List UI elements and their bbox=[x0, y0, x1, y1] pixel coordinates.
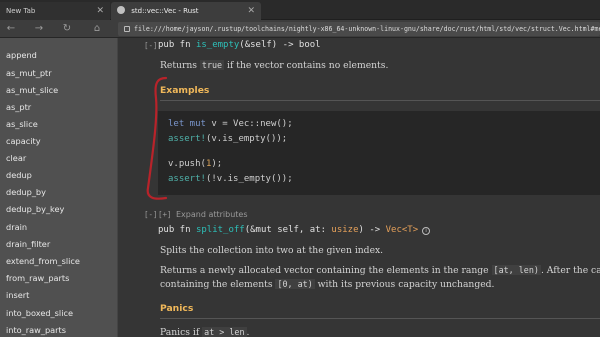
inline-code: at > len bbox=[202, 327, 247, 337]
sig-keyword: pub fn bbox=[158, 40, 196, 50]
method-name-link[interactable]: is_empty bbox=[196, 40, 239, 50]
desc-text: . After the call, the or bbox=[540, 265, 600, 276]
method-description: Returns true if the vector contains no e… bbox=[160, 60, 388, 71]
type-link[interactable]: Vec<T> bbox=[386, 225, 419, 235]
code-example: let mut v = Vec::new(); assert!(v.is_emp… bbox=[158, 111, 600, 195]
code-macro: assert! bbox=[168, 174, 206, 184]
sig-params: (&mut self, at: bbox=[244, 225, 332, 235]
code-text: v.push( bbox=[168, 159, 206, 169]
inline-code: [at, len) bbox=[491, 265, 541, 275]
sidebar-item-capacity[interactable]: capacity bbox=[6, 136, 41, 146]
inline-code: true bbox=[199, 60, 225, 70]
sidebar-item-append[interactable]: append bbox=[6, 50, 37, 60]
desc-text: Returns a newly allocated vector contain… bbox=[160, 265, 492, 276]
desc-text: Returns bbox=[160, 60, 200, 71]
method-description: containing the elements [0, at) with its… bbox=[160, 279, 494, 290]
tab-label: New Tab bbox=[6, 7, 36, 15]
code-line-1: let mut v = Vec::new(); bbox=[168, 119, 293, 129]
doc-content: [-] pub fn is_empty(&self) -> bool Retur… bbox=[118, 38, 600, 337]
inline-code: [0, at) bbox=[275, 279, 315, 289]
navigation-bar: ← → ↻ ⌂ file:///home/jayson/.rustup/tool… bbox=[0, 20, 600, 38]
address-bar[interactable]: file:///home/jayson/.rustup/toolchains/n… bbox=[118, 22, 600, 36]
tab-rust-docs[interactable]: std::vec::Vec - Rust ✕ bbox=[111, 2, 261, 20]
close-icon[interactable]: ✕ bbox=[247, 2, 255, 20]
code-text: ); bbox=[211, 159, 223, 169]
desc-text: Panics if bbox=[160, 327, 203, 337]
code-text: (!v.is_empty()); bbox=[205, 174, 293, 184]
file-icon bbox=[124, 26, 130, 32]
sidebar: append as_mut_ptr as_mut_slice as_ptr as… bbox=[0, 38, 118, 337]
sig-arrow: ) -> bbox=[358, 225, 386, 235]
panics-heading: Panics bbox=[160, 303, 194, 314]
heading-divider bbox=[160, 318, 600, 319]
forward-arrow-icon[interactable]: → bbox=[32, 22, 46, 36]
type-link[interactable]: usize bbox=[331, 225, 358, 235]
method-description: Splits the collection into two at the gi… bbox=[160, 245, 384, 256]
desc-text: . bbox=[246, 327, 250, 337]
sidebar-item-clear[interactable]: clear bbox=[6, 153, 26, 163]
home-icon[interactable]: ⌂ bbox=[90, 22, 104, 36]
sig-params: (&self) -> bbox=[239, 40, 299, 50]
code-keyword: let mut bbox=[168, 119, 206, 129]
code-text: v = Vec::new(); bbox=[205, 119, 293, 129]
code-line-3: v.push(1); bbox=[168, 159, 222, 169]
method-description: Returns a newly allocated vector contain… bbox=[160, 265, 600, 276]
url-text: file:///home/jayson/.rustup/toolchains/n… bbox=[134, 25, 600, 33]
sidebar-item-extend-from-slice[interactable]: extend_from_slice bbox=[6, 256, 80, 266]
sidebar-item-insert[interactable]: insert bbox=[6, 290, 29, 300]
sidebar-item-dedup[interactable]: dedup bbox=[6, 170, 32, 180]
info-icon[interactable]: i bbox=[422, 227, 431, 235]
sidebar-item-as-slice[interactable]: as_slice bbox=[6, 119, 38, 129]
desc-text: if the vector contains no elements. bbox=[224, 60, 389, 71]
sidebar-item-from-raw-parts[interactable]: from_raw_parts bbox=[6, 273, 69, 283]
heading-divider bbox=[160, 100, 600, 101]
sidebar-item-dedup-by-key[interactable]: dedup_by_key bbox=[6, 204, 64, 214]
sidebar-item-drain-filter[interactable]: drain_filter bbox=[6, 239, 50, 249]
tab-label: std::vec::Vec - Rust bbox=[131, 7, 199, 15]
code-text: (v.is_empty()); bbox=[205, 134, 288, 144]
code-line-4: assert!(!v.is_empty()); bbox=[168, 174, 293, 184]
examples-heading: Examples bbox=[160, 85, 210, 96]
collapse-toggle[interactable]: [-] bbox=[144, 41, 158, 50]
method-signature-split-off: pub fn split_off(&mut self, at: usize) -… bbox=[158, 225, 431, 235]
favicon-icon bbox=[117, 6, 125, 14]
back-arrow-icon[interactable]: ← bbox=[4, 22, 18, 36]
reload-icon[interactable]: ↻ bbox=[60, 22, 74, 36]
sidebar-item-as-mut-slice[interactable]: as_mut_slice bbox=[6, 85, 58, 95]
tab-bar: New Tab ✕ std::vec::Vec - Rust ✕ bbox=[0, 0, 600, 20]
sidebar-item-drain[interactable]: drain bbox=[6, 222, 27, 232]
method-signature-is-empty: pub fn is_empty(&self) -> bool bbox=[158, 40, 321, 50]
sig-return-type: bool bbox=[298, 40, 321, 50]
desc-text: with its previous capacity unchanged. bbox=[314, 279, 495, 290]
sidebar-item-as-ptr[interactable]: as_ptr bbox=[6, 102, 31, 112]
sig-keyword: pub fn bbox=[158, 225, 196, 235]
code-line-2: assert!(v.is_empty()); bbox=[168, 134, 287, 144]
expand-attributes-label[interactable]: Expand attributes bbox=[176, 210, 248, 219]
sidebar-item-as-mut-ptr[interactable]: as_mut_ptr bbox=[6, 68, 52, 78]
tab-new-tab[interactable]: New Tab ✕ bbox=[0, 2, 110, 20]
method-name-link[interactable]: split_off bbox=[196, 225, 245, 235]
sidebar-item-dedup-by[interactable]: dedup_by bbox=[6, 187, 46, 197]
sidebar-item-into-boxed-slice[interactable]: into_boxed_slice bbox=[6, 308, 73, 318]
desc-text: containing the elements bbox=[160, 279, 276, 290]
collapse-toggle[interactable]: [-] bbox=[144, 210, 158, 219]
panics-description: Panics if at > len. bbox=[160, 327, 249, 337]
close-icon[interactable]: ✕ bbox=[96, 2, 104, 20]
expand-attributes-toggle[interactable]: [+] bbox=[158, 210, 172, 219]
sidebar-item-into-raw-parts[interactable]: into_raw_parts bbox=[6, 325, 66, 335]
code-macro: assert! bbox=[168, 134, 206, 144]
